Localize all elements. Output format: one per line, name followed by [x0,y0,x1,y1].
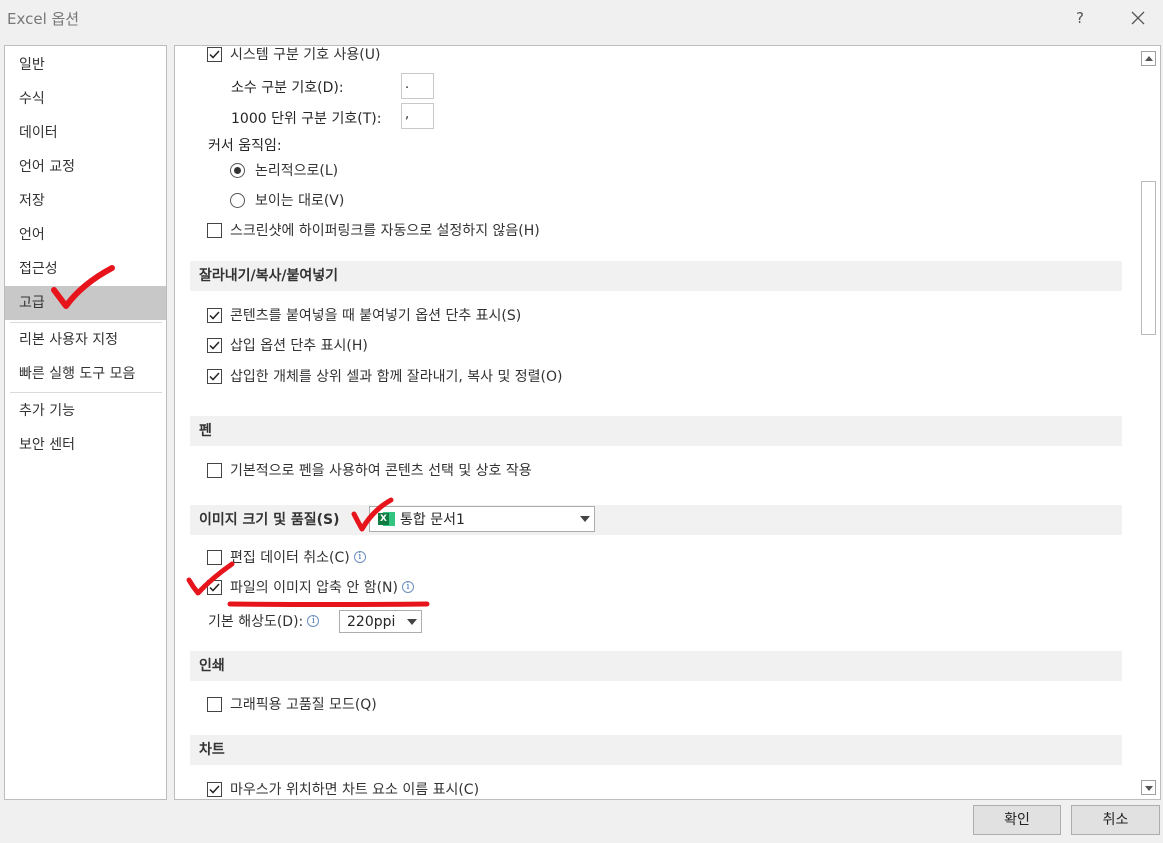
option-label: 그래픽용 고품질 모드(Q) [230,697,377,713]
sidebar-divider [10,392,162,393]
excel-workbook-icon: X [378,511,396,527]
thousands-separator-label: 1000 단위 구분 기호(T): [231,111,382,127]
sidebar-item-save[interactable]: 저장 [5,184,166,218]
checkbox[interactable] [207,549,222,565]
sidebar-item-formulas[interactable]: 수식 [5,82,166,116]
checkbox[interactable] [207,307,222,323]
cancel-button[interactable]: 취소 [1071,805,1160,835]
image-quality-document-dropdown[interactable]: X 통합 문서1 [369,506,595,532]
chevron-down-icon [407,619,417,625]
sidebar-item-quick-access[interactable]: 빠른 실행 도구 모음 [5,357,166,391]
checkmark-icon [209,310,220,320]
advanced-options-panel: 시스템 구분 기호 사용(U) 소수 구분 기호(D): . 1000 단위 구… [174,45,1161,800]
no-compress-images-option[interactable]: 파일의 이미지 압축 안 함(N) i [207,576,414,598]
insert-options-button-option[interactable]: 삽입 옵션 단추 표시(H) [207,334,368,356]
close-button[interactable] [1126,6,1150,30]
default-resolution-row: 기본 해상도(D): i [208,610,320,632]
selected-document: 통합 문서1 [400,512,465,528]
checkmark-icon [209,582,220,592]
scroll-thumb[interactable] [1141,181,1156,335]
checkmark-icon [209,784,220,794]
scroll-up-button[interactable] [1141,51,1156,66]
arrow-up-icon [1145,56,1153,61]
option-label: 콘텐츠를 붙여넣을 때 붙여넣기 옵션 단추 표시(S) [230,308,522,324]
sidebar-item-general[interactable]: 일반 [5,48,166,82]
info-icon[interactable]: i [353,551,366,563]
ok-button[interactable]: 확인 [973,805,1061,835]
sidebar-item-proofing[interactable]: 언어 교정 [5,150,166,184]
default-resolution-dropdown[interactable]: 220ppi [339,610,422,633]
chevron-down-icon [580,516,590,522]
system-separators-option[interactable]: 시스템 구분 기호 사용(U) [207,46,381,65]
sidebar-item-customize-ribbon[interactable]: 리본 사용자 지정 [5,323,166,357]
section-header-pen: 펜 [190,416,1122,446]
option-label: 논리적으로(L) [255,163,339,179]
sidebar-item-data[interactable]: 데이터 [5,116,166,150]
option-label: 기본적으로 펜을 사용하여 콘텐츠 선택 및 상호 작용 [230,463,532,479]
discard-editing-data-option[interactable]: 편집 데이터 취소(C) i [207,546,366,568]
radio-button[interactable] [230,192,245,208]
radio-button[interactable] [230,162,245,178]
section-header-print: 인쇄 [190,651,1122,681]
cursor-logical-option[interactable]: 논리적으로(L) [230,159,338,181]
checkbox[interactable] [207,696,222,712]
checkbox[interactable] [207,337,222,353]
checkbox[interactable] [207,579,222,595]
checkbox[interactable] [207,368,222,384]
checkmark-icon [209,49,220,59]
option-label: 마우스가 위치하면 차트 요소 이름 표시(C) [230,782,480,798]
options-sidebar: 일반 수식 데이터 언어 교정 저장 언어 접근성 고급 리본 사용자 지정 빠… [4,45,167,800]
checkbox[interactable] [207,462,222,478]
thousands-separator-input[interactable]: , [401,103,434,129]
paste-options-button-option[interactable]: 콘텐츠를 붙여넣을 때 붙여넣기 옵션 단추 표시(S) [207,304,521,326]
cursor-visual-option[interactable]: 보이는 대로(V) [230,189,344,211]
option-label: 파일의 이미지 압축 안 함(N) [230,580,398,596]
cursor-movement-label: 커서 움직임: [208,138,282,154]
option-label: 편집 데이터 취소(C) [230,550,350,566]
info-icon[interactable]: i [307,615,320,627]
checkmark-icon [209,340,220,350]
option-label: 스크린샷에 하이퍼링크를 자동으로 설정하지 않음(H) [230,223,540,239]
vertical-scrollbar[interactable] [1138,46,1160,799]
section-header-cut-copy-paste: 잘라내기/복사/붙여넣기 [190,261,1122,291]
decimal-separator-input[interactable]: . [401,73,434,99]
sidebar-item-accessibility[interactable]: 접근성 [5,252,166,286]
checkmark-icon [209,371,220,381]
help-button[interactable]: ? [1068,6,1092,30]
title-bar: Excel 옵션 ? [0,0,1163,36]
window-title: Excel 옵션 [7,10,80,28]
default-resolution-label: 기본 해상도(D): [208,614,304,630]
option-label: 보이는 대로(V) [255,193,345,209]
option-label: 삽입한 개체를 상위 셀과 함께 잘라내기, 복사 및 정렬(O) [230,369,563,385]
info-icon[interactable]: i [402,581,414,593]
sidebar-item-trust-center[interactable]: 보안 센터 [5,428,166,462]
arrow-down-icon [1145,786,1153,791]
sidebar-item-advanced[interactable]: 고급 [5,286,166,320]
no-auto-hyperlink-option[interactable]: 스크린샷에 하이퍼링크를 자동으로 설정하지 않음(H) [207,219,540,241]
checkbox[interactable] [207,781,222,797]
cut-copy-sort-objects-option[interactable]: 삽입한 개체를 상위 셀과 함께 잘라내기, 복사 및 정렬(O) [207,365,562,387]
high-quality-graphics-option[interactable]: 그래픽용 고품질 모드(Q) [207,693,377,715]
sidebar-item-add-ins[interactable]: 추가 기능 [5,394,166,428]
checkbox[interactable] [207,222,222,238]
checkbox[interactable] [207,46,222,62]
decimal-separator-label: 소수 구분 기호(D): [231,80,344,96]
sidebar-item-language[interactable]: 언어 [5,218,166,252]
selected-resolution: 220ppi [347,613,396,630]
close-icon [1131,11,1145,25]
section-header-image-quality: 이미지 크기 및 품질(S) [190,505,1122,535]
section-header-chart: 차트 [190,735,1122,765]
scroll-down-button[interactable] [1141,780,1156,795]
show-chart-element-names-option[interactable]: 마우스가 위치하면 차트 요소 이름 표시(C) [207,778,480,799]
pen-select-interact-option[interactable]: 기본적으로 펜을 사용하여 콘텐츠 선택 및 상호 작용 [207,459,532,481]
option-label: 시스템 구분 기호 사용(U) [230,47,381,63]
option-label: 삽입 옵션 단추 표시(H) [230,338,368,354]
radio-dot [234,166,241,174]
